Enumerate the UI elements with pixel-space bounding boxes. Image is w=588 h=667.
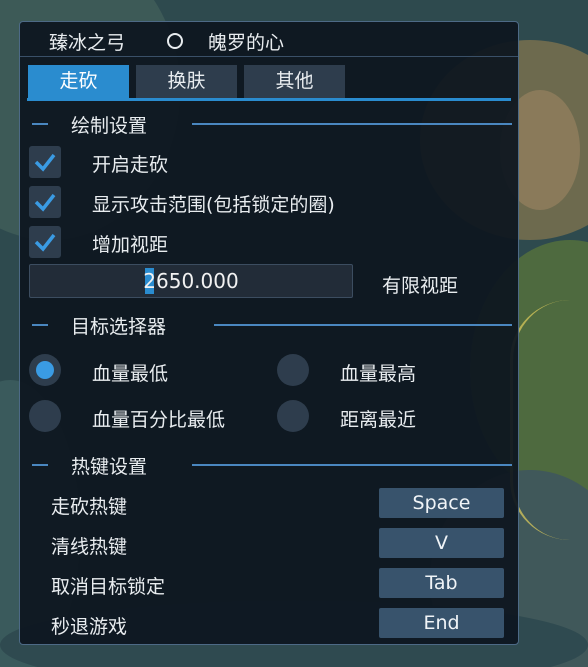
hotkey-button-cancel-target-lock[interactable]: Tab xyxy=(379,568,504,598)
hotkey-button-laneclear[interactable]: V xyxy=(379,528,504,558)
radio-lowest-health-percent[interactable] xyxy=(29,400,61,432)
section-title: 热键设置 xyxy=(71,456,148,478)
view-distance-label: 有限视距 xyxy=(382,275,459,297)
radio-label-lowest-health: 血量最低 xyxy=(92,363,169,385)
title-bar: 臻冰之弓 魄罗的心 xyxy=(20,22,518,57)
radio-nearest[interactable] xyxy=(277,400,309,432)
hotkey-label-cancel-target-lock: 取消目标锁定 xyxy=(51,576,166,598)
radio-highest-health[interactable] xyxy=(277,354,309,386)
section-hotkeys: 热键设置 xyxy=(28,452,512,478)
section-title: 目标选择器 xyxy=(71,316,167,338)
option-enable-orbwalk[interactable]: 开启走砍 xyxy=(29,146,489,178)
radio-label-lowest-health-percent: 血量百分比最低 xyxy=(92,409,226,431)
checkmark-icon xyxy=(34,233,56,252)
hotkey-label-laneclear: 清线热键 xyxy=(51,536,128,558)
tab-underline xyxy=(27,98,511,101)
circle-icon[interactable] xyxy=(167,33,183,49)
radio-label-nearest: 距离最近 xyxy=(340,409,417,431)
option-increase-view-distance[interactable]: 增加视距 xyxy=(29,226,489,258)
tab-skin[interactable]: 换肤 xyxy=(136,65,237,98)
section-title: 绘制设置 xyxy=(71,115,148,137)
hotkey-button-quick-exit[interactable]: End xyxy=(379,608,504,638)
option-label: 增加视距 xyxy=(92,234,169,256)
tab-other[interactable]: 其他 xyxy=(244,65,345,98)
section-draw-settings: 绘制设置 xyxy=(28,111,512,137)
radio-lowest-health[interactable] xyxy=(29,354,61,386)
hotkey-label-quick-exit: 秒退游戏 xyxy=(51,616,128,638)
checkmark-icon xyxy=(34,153,56,172)
title-right: 魄罗的心 xyxy=(208,32,285,54)
view-distance-value: 2650.000 xyxy=(143,269,239,293)
hotkey-label-orbwalk: 走砍热键 xyxy=(51,496,128,518)
section-target-selector: 目标选择器 xyxy=(28,312,512,338)
option-label: 开启走砍 xyxy=(92,154,169,176)
hotkey-button-orbwalk[interactable]: Space xyxy=(379,488,504,518)
view-distance-input[interactable]: 2650.000 xyxy=(29,264,353,298)
option-label: 显示攻击范围(包括锁定的圈) xyxy=(92,194,335,216)
settings-panel: 臻冰之弓 魄罗的心 走砍 换肤 其他 绘制设置 开启走砍 显示攻击范围(包括锁定… xyxy=(19,21,519,645)
checkmark-icon xyxy=(34,193,56,212)
radio-label-highest-health: 血量最高 xyxy=(340,363,417,385)
checkbox[interactable] xyxy=(29,146,61,178)
checkbox[interactable] xyxy=(29,186,61,218)
option-show-attack-range[interactable]: 显示攻击范围(包括锁定的圈) xyxy=(29,186,489,218)
tab-walk-attack[interactable]: 走砍 xyxy=(28,65,129,98)
checkbox[interactable] xyxy=(29,226,61,258)
title-left: 臻冰之弓 xyxy=(49,32,126,54)
